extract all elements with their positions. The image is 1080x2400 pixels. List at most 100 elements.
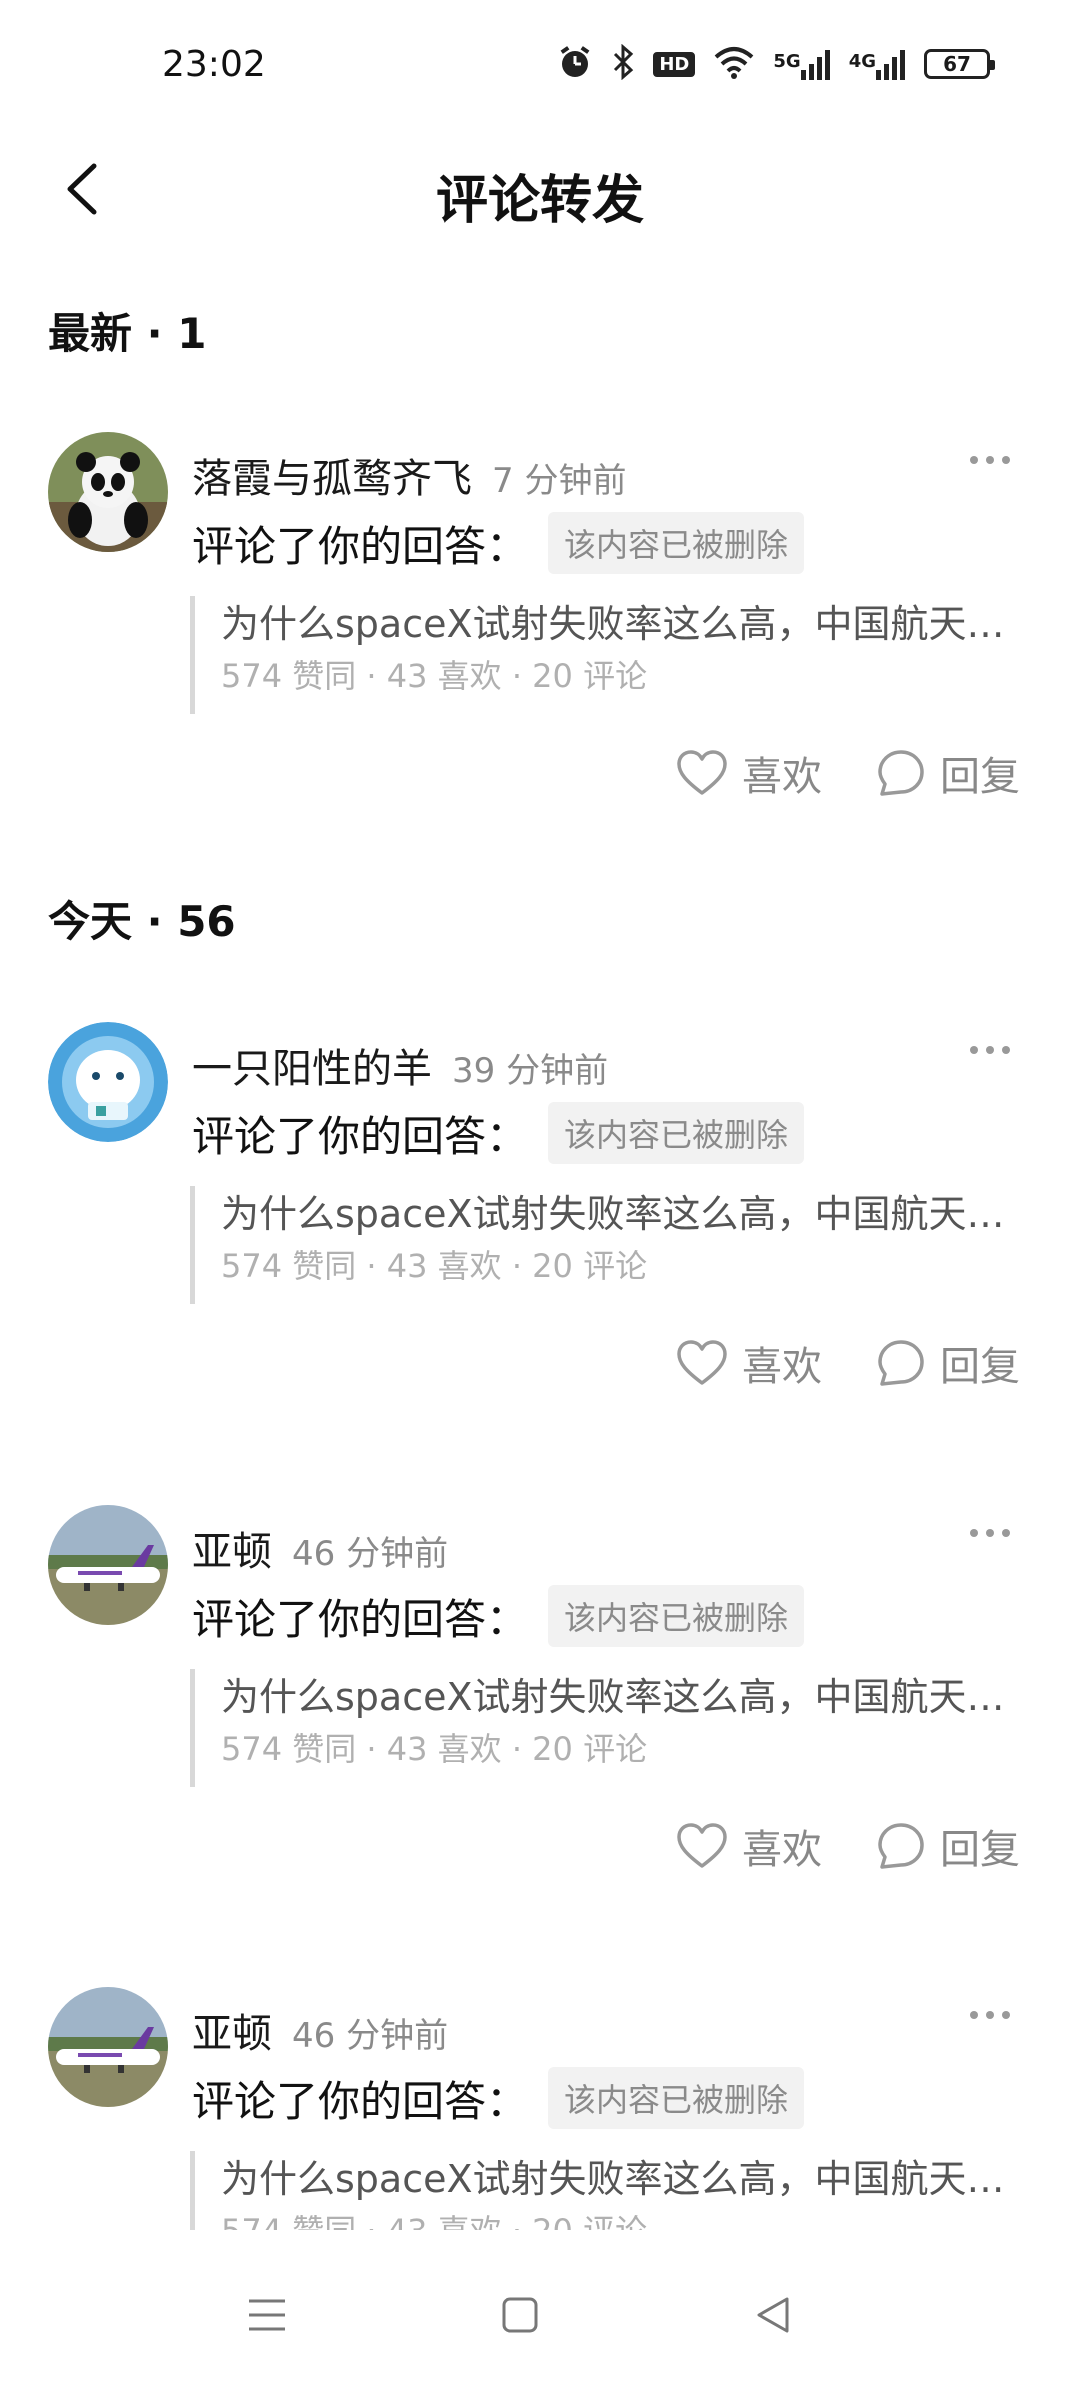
- item-actions: 喜欢 回复: [676, 1817, 1020, 1875]
- reply-button[interactable]: 回复: [876, 1334, 1020, 1392]
- user-name[interactable]: 一只阳性的羊: [192, 1046, 432, 1092]
- quote-title: 为什么spaceX试射失败率这么高，中国航天的成功率为何如此之高？: [221, 1192, 1021, 1236]
- signal-4g-label: 4G: [848, 51, 876, 72]
- quote-title: 为什么spaceX试射失败率这么高，中国航天的成功率为何如此之高？: [221, 2157, 1021, 2201]
- action-text: 评论了你的回答：: [192, 2076, 529, 2126]
- action-line: 评论了你的回答： 该内容已被删除: [192, 1102, 805, 1164]
- quote-stats: 574 赞同 · 43 喜欢 · 20 评论: [221, 1247, 648, 1285]
- menu-nav-button[interactable]: [232, 2280, 302, 2350]
- time-ago: 39 分钟前: [452, 1051, 609, 1091]
- heart-icon: [677, 750, 727, 795]
- dot-icon: [970, 1046, 978, 1054]
- status-icons: HD 5G 4G 67: [557, 43, 995, 84]
- dot-icon: [1002, 1046, 1010, 1054]
- status-time: 23:02: [162, 44, 266, 85]
- battery-level: 67: [943, 52, 971, 76]
- like-label: 喜欢: [742, 754, 822, 800]
- like-button[interactable]: 喜欢: [676, 744, 822, 802]
- quote-stats: 574 赞同 · 43 喜欢 · 20 评论: [221, 2207, 1020, 2230]
- more-options-button[interactable]: [960, 448, 1020, 472]
- header: 评论转发: [0, 130, 1080, 250]
- quoted-answer[interactable]: 为什么spaceX试射失败率这么高，中国航天的成功率为何如此之高？ 574 赞同…: [190, 2151, 1021, 2230]
- battery-icon: 67: [924, 49, 995, 79]
- deleted-tag: 该内容已被删除: [548, 1102, 805, 1164]
- reply-label: 回复: [940, 1344, 1020, 1390]
- alarm-icon: [557, 44, 593, 84]
- item-actions: 喜欢 回复: [676, 744, 1020, 802]
- avatar[interactable]: [48, 432, 168, 552]
- menu-icon: [249, 2299, 285, 2331]
- more-options-button[interactable]: [960, 2003, 1020, 2027]
- dot-icon: [986, 456, 994, 464]
- quoted-answer[interactable]: 为什么spaceX试射失败率这么高，中国航天的成功率为何如此之高？ 574 赞同…: [190, 1669, 1021, 1787]
- back-nav-button[interactable]: [738, 2280, 808, 2350]
- notification-item: 亚顿 46 分钟前 评论了你的回答： 该内容已被删除 为什么spaceX试射失败率…: [0, 1987, 1080, 2230]
- panda-avatar-icon: [48, 432, 168, 552]
- heart-icon: [677, 1823, 727, 1868]
- quote-title: 为什么spaceX试射失败率这么高，中国航天的成功率为何如此之高？: [221, 1675, 1021, 1719]
- page-title: 评论转发: [435, 171, 644, 231]
- like-button[interactable]: 喜欢: [676, 1334, 822, 1392]
- user-name[interactable]: 亚顿: [192, 2011, 272, 2057]
- airplane-avatar-icon: [48, 1987, 168, 2107]
- quoted-answer[interactable]: 为什么spaceX试射失败率这么高，中国航天的成功率为何如此之高？ 574 赞同…: [190, 1186, 1021, 1304]
- home-square-icon: [502, 2297, 538, 2333]
- like-label: 喜欢: [742, 1344, 822, 1390]
- reply-button[interactable]: 回复: [876, 744, 1020, 802]
- reply-label: 回复: [940, 754, 1020, 800]
- item-actions: 喜欢 回复: [676, 1334, 1020, 1392]
- home-nav-button[interactable]: [485, 2280, 555, 2350]
- hd-icon: HD: [653, 51, 696, 77]
- signal-4g-icon: 4G: [849, 48, 906, 80]
- comment-bubble-icon: [878, 750, 924, 796]
- avatar[interactable]: [48, 1505, 168, 1625]
- like-button[interactable]: 喜欢: [676, 1817, 822, 1875]
- action-line: 评论了你的回答： 该内容已被删除: [192, 1585, 805, 1647]
- back-triangle-icon: [757, 2297, 789, 2333]
- deleted-tag: 该内容已被删除: [548, 512, 805, 574]
- reply-label: 回复: [940, 1827, 1020, 1873]
- more-options-button[interactable]: [960, 1038, 1020, 1062]
- dot-icon: [986, 1046, 994, 1054]
- section-header-latest: 最新 · 1: [48, 309, 207, 358]
- wifi-icon: [713, 45, 755, 83]
- user-name-row[interactable]: 一只阳性的羊 39 分钟前: [192, 1036, 608, 1094]
- reply-button[interactable]: 回复: [876, 1817, 1020, 1875]
- action-line: 评论了你的回答： 该内容已被删除: [192, 2067, 805, 2129]
- signal-5g-icon: 5G: [773, 48, 830, 80]
- sheep-avatar-icon: [48, 1022, 168, 1142]
- system-nav-bar: [0, 2230, 1080, 2400]
- action-text: 评论了你的回答：: [192, 521, 529, 571]
- dot-icon: [970, 456, 978, 464]
- section-header-today: 今天 · 56: [48, 897, 236, 946]
- status-bar: 23:02 HD 5G 4G 67: [0, 0, 1080, 130]
- dot-icon: [1002, 456, 1010, 464]
- airplane-avatar-icon: [48, 1505, 168, 1625]
- time-ago: 7 分钟前: [492, 461, 627, 501]
- user-name[interactable]: 亚顿: [192, 1529, 272, 1575]
- time-ago: 46 分钟前: [292, 2016, 449, 2056]
- user-name[interactable]: 落霞与孤鹜齐飞: [192, 456, 472, 502]
- dot-icon: [986, 1529, 994, 1537]
- dot-icon: [1002, 2011, 1010, 2019]
- user-name-row[interactable]: 落霞与孤鹜齐飞 7 分钟前: [192, 446, 626, 504]
- user-name-row[interactable]: 亚顿 46 分钟前: [192, 1519, 448, 1577]
- time-ago: 46 分钟前: [292, 1534, 449, 1574]
- quote-stats: 574 赞同 · 43 喜欢 · 20 评论: [221, 657, 648, 695]
- dot-icon: [970, 1529, 978, 1537]
- action-text: 评论了你的回答：: [192, 1111, 529, 1161]
- quote-stats: 574 赞同 · 43 喜欢 · 20 评论: [221, 1730, 648, 1768]
- action-text: 评论了你的回答：: [192, 1594, 529, 1644]
- deleted-tag: 该内容已被删除: [548, 1585, 805, 1647]
- avatar[interactable]: [48, 1987, 168, 2107]
- deleted-tag: 该内容已被删除: [548, 2067, 805, 2129]
- avatar[interactable]: [48, 1022, 168, 1142]
- dot-icon: [1002, 1529, 1010, 1537]
- more-options-button[interactable]: [960, 1521, 1020, 1545]
- bluetooth-icon: [611, 43, 635, 84]
- quote-title: 为什么spaceX试射失败率这么高，中国航天的成功率为何如此之高？: [221, 602, 1021, 646]
- quoted-answer[interactable]: 为什么spaceX试射失败率这么高，中国航天的成功率为何如此之高？ 574 赞同…: [190, 596, 1021, 714]
- user-name-row[interactable]: 亚顿 46 分钟前: [192, 2001, 448, 2059]
- action-line: 评论了你的回答： 该内容已被删除: [192, 512, 805, 574]
- dot-icon: [970, 2011, 978, 2019]
